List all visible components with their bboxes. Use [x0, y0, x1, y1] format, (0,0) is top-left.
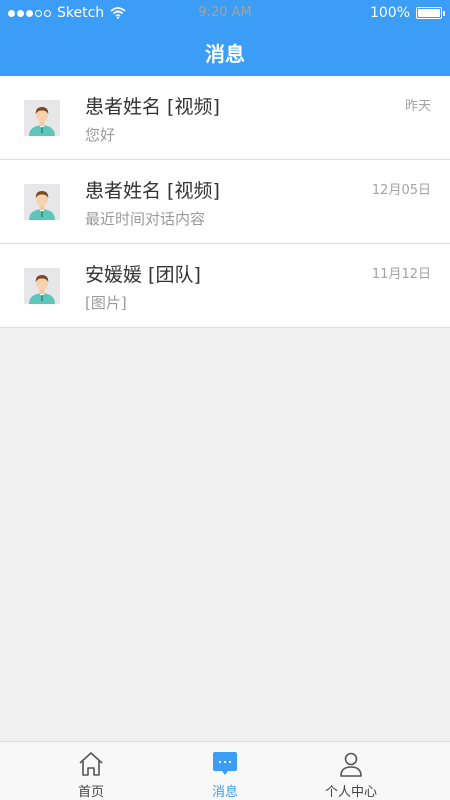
conversation-time: 昨天 — [404, 99, 431, 114]
conversation-name: 患者姓名 [视频] — [85, 96, 220, 118]
person-icon — [340, 752, 362, 777]
avatar — [24, 184, 60, 220]
conversation-time: 12月05日 — [371, 183, 431, 198]
conversation-row[interactable]: 患者姓名 [视频] 最近时间对话内容 12月05日 — [0, 160, 450, 244]
user-avatar-icon — [24, 184, 60, 220]
tab-profile[interactable]: 个人中心 — [276, 742, 426, 800]
tab-home[interactable]: 首页 — [16, 742, 166, 800]
conversation-row[interactable]: 安媛媛 [团队] [图片] 11月12日 — [0, 244, 450, 328]
conversation-list: 患者姓名 [视频] 您好 昨天 患者姓名 [视频] 最近时间对话内容 12月05… — [0, 76, 450, 328]
message-icon — [213, 752, 237, 775]
battery-percent: 100% — [369, 5, 410, 21]
conversation-name: 患者姓名 [视频] — [85, 180, 220, 202]
conversation-time: 11月12日 — [371, 267, 431, 282]
user-avatar-icon — [24, 268, 60, 304]
conversation-name: 安媛媛 [团队] — [85, 264, 201, 286]
tab-label: 首页 — [77, 785, 104, 800]
status-right: 100% — [369, 5, 445, 21]
conversation-preview: 最近时间对话内容 — [85, 210, 206, 228]
avatar — [24, 268, 60, 304]
tab-bar: 首页 消息 个人中心 — [0, 741, 450, 800]
page-title: 消息 — [205, 42, 245, 66]
conversation-preview: 您好 — [85, 126, 116, 144]
avatar — [24, 100, 60, 136]
conversation-row[interactable]: 患者姓名 [视频] 您好 昨天 — [0, 76, 450, 160]
top-bar: Sketch 9:20 AM 100% 消息 — [0, 0, 450, 76]
conversation-preview: [图片] — [85, 294, 127, 312]
app-screen: Sketch 9:20 AM 100% 消息 患者姓名 [视频] 您好 昨天 患… — [0, 0, 450, 800]
user-avatar-icon — [24, 100, 60, 136]
status-bar: Sketch 9:20 AM 100% — [0, 0, 450, 28]
battery-icon — [416, 7, 445, 19]
tab-label: 个人中心 — [324, 785, 377, 800]
home-icon — [79, 752, 103, 776]
